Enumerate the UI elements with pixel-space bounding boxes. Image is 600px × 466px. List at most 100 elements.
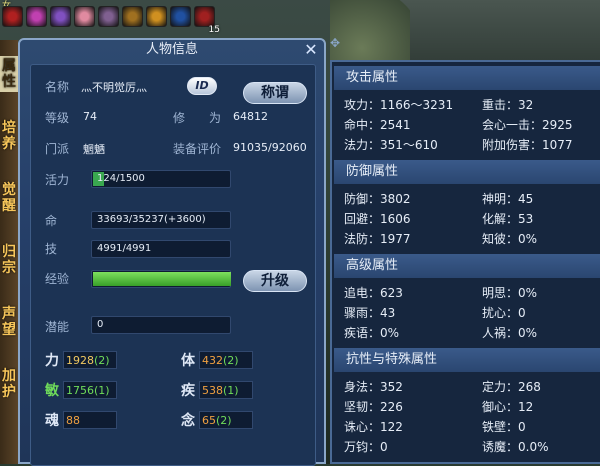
level-value: 74	[83, 110, 97, 123]
attr-value: 神明：45	[482, 192, 534, 206]
side-tab-5[interactable]: 加护	[0, 366, 18, 402]
exp-bar	[91, 270, 231, 288]
vitality-bar: 124/1500	[91, 170, 231, 188]
name-label: 名称	[45, 80, 70, 94]
red-mask-icon[interactable]	[2, 6, 23, 27]
skill-points-value: 4991/4991	[91, 240, 231, 258]
title-button[interactable]: 称谓	[243, 82, 307, 104]
stat-value-4: 88	[63, 411, 117, 429]
resize-grip-icon[interactable]: ✥	[330, 36, 344, 50]
attributes-panel: 攻击属性攻力：1166～3231 重击：32 命中：2541 会心一击：2925 法力：…	[330, 60, 600, 464]
stat-label-2: 敏	[45, 383, 59, 399]
hp-value: 33693/35237(+3600)	[91, 211, 231, 229]
attr-value: 疾语：0%	[344, 326, 400, 340]
side-tab-3[interactable]: 归宗	[0, 242, 18, 278]
blue-swords-icon[interactable]	[170, 6, 191, 27]
character-info-body: 名称 灬不明觉厉灬 ID 称谓 等级 74 修 为 64812 门派 魍魉 装备…	[30, 64, 316, 466]
stat-label-5: 念	[181, 413, 195, 429]
attr-value: 定力：268	[482, 380, 541, 394]
attr-value: 重击：32	[482, 98, 534, 112]
level-label: 等级	[45, 111, 70, 125]
attr-section-header: 高级属性	[334, 254, 600, 278]
attr-value: 御心：12	[482, 400, 534, 414]
stat-label-1: 体	[181, 353, 195, 369]
name-value: 灬不明觉厉灬	[81, 81, 147, 94]
close-icon[interactable]: ✕	[302, 41, 320, 59]
side-tab-0[interactable]: 属性	[0, 56, 18, 92]
gold-emblem-icon[interactable]	[146, 6, 167, 27]
attr-value: 诛心：122	[344, 420, 403, 434]
stat-value-2: 1756(1)	[63, 381, 117, 399]
red-slash-icon[interactable]: 15	[194, 6, 220, 35]
stat-bonus: (1)	[223, 384, 239, 397]
upgrade-button[interactable]: 升级	[243, 270, 307, 292]
side-tab-1[interactable]: 培养	[0, 118, 18, 154]
id-button[interactable]: ID	[187, 77, 217, 95]
cherry-blossom-icon[interactable]	[74, 6, 95, 27]
side-tab-2[interactable]: 觉醒	[0, 180, 18, 216]
side-tab-strip: 属性培养觉醒归宗声望加护	[0, 40, 18, 464]
pink-star-icon[interactable]	[26, 6, 47, 27]
attr-value: 化解：53	[482, 212, 534, 226]
stat-base: 1928	[66, 354, 94, 367]
panel-title: 人物信息	[145, 42, 198, 57]
attr-value: 铁壁：0	[482, 420, 526, 434]
attr-value: 人祸：0%	[482, 326, 538, 340]
stat-base: 88	[66, 414, 80, 427]
stat-value-3: 538(1)	[199, 381, 253, 399]
attr-section-header: 攻击属性	[334, 66, 600, 90]
potential-label: 潜能	[45, 320, 70, 334]
attr-value: 法力：351～610	[344, 138, 438, 152]
cultivation-value: 64812	[233, 110, 268, 123]
attr-value: 防御：3802	[344, 192, 411, 206]
sect-label: 门派	[45, 142, 70, 156]
attr-value: 附加伤害：1077	[482, 138, 573, 152]
attr-value: 法防：1977	[344, 232, 411, 246]
buff-stack-count: 15	[208, 25, 220, 35]
stat-base: 538	[202, 384, 223, 397]
stat-label-4: 魂	[45, 413, 59, 429]
stat-value-1: 432(2)	[199, 351, 253, 369]
cultivation-label: 修 为	[173, 111, 222, 125]
character-info-panel: 人物信息 ✕ 名称 灬不明觉厉灬 ID 称谓 等级 74 修 为 64812 门…	[18, 38, 326, 466]
attr-value: 诱魔：0.0%	[482, 440, 549, 454]
gear-score-value: 91035/92060	[233, 141, 307, 154]
stat-base: 65	[202, 414, 216, 427]
stat-value-5: 65(2)	[199, 411, 253, 429]
vitality-label: 活力	[45, 173, 70, 187]
vitality-value: 124/1500	[97, 173, 145, 184]
attr-value: 追电：623	[344, 286, 403, 300]
hp-label: 命	[45, 214, 58, 228]
vip-9-icon[interactable]	[122, 6, 143, 27]
attr-value: 坚韧：226	[344, 400, 403, 414]
stat-base: 432	[202, 354, 223, 367]
attr-section-header: 抗性与特殊属性	[334, 348, 600, 372]
skill-points-label: 技	[45, 242, 58, 256]
stat-label-3: 疾	[181, 383, 195, 399]
attr-value: 回避：1606	[344, 212, 411, 226]
figure-icon[interactable]	[98, 6, 119, 27]
attr-value: 骤雨：43	[344, 306, 396, 320]
sect-value: 魍魉	[83, 143, 105, 156]
stat-label-0: 力	[45, 353, 59, 369]
attr-section-header: 防御属性	[334, 160, 600, 184]
buff-bar: 女 15	[0, 0, 230, 35]
attr-value: 扰心：0	[482, 306, 526, 320]
stat-bonus: (2)	[94, 354, 110, 367]
exp-bar-fill	[93, 272, 231, 286]
exp-label: 经验	[45, 272, 70, 286]
attr-value: 明思：0%	[482, 286, 538, 300]
attr-value: 知彼：0%	[482, 232, 538, 246]
attr-value: 会心一击：2925	[482, 118, 573, 132]
stat-bonus: (1)	[94, 384, 110, 397]
attr-value: 身法：352	[344, 380, 403, 394]
attr-value: 命中：2541	[344, 118, 411, 132]
attr-value: 万钧：0	[344, 440, 388, 454]
stat-bonus: (2)	[216, 414, 232, 427]
stat-base: 1756	[66, 384, 94, 397]
violet-swirl-icon[interactable]	[50, 6, 71, 27]
stat-value-0: 1928(2)	[63, 351, 117, 369]
attr-value: 攻力：1166～3231	[344, 98, 454, 112]
gear-score-label: 装备评价	[173, 142, 222, 156]
side-tab-4[interactable]: 声望	[0, 304, 18, 340]
